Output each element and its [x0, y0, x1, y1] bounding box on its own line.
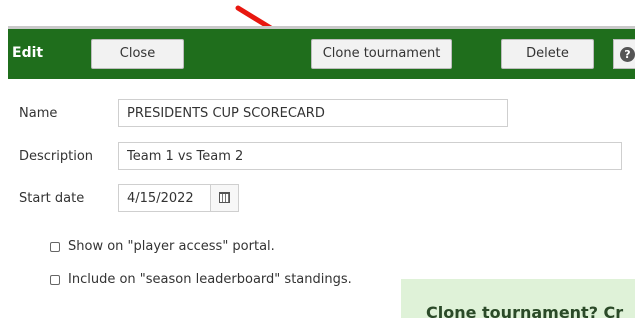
clone-confirm-panel: Clone tournament? Cr	[401, 279, 635, 318]
delete-button[interactable]: Delete	[501, 39, 594, 69]
calendar-icon	[219, 193, 230, 203]
start-date-input[interactable]	[118, 184, 211, 212]
portal-checkbox[interactable]	[50, 242, 60, 252]
description-input[interactable]	[118, 142, 622, 170]
calendar-icon-top	[219, 192, 230, 194]
name-input[interactable]	[118, 99, 508, 127]
help-icon: ?	[620, 47, 635, 62]
clone-tournament-button[interactable]: Clone tournament	[311, 39, 452, 69]
tournament-edit-page: Edit Close Clone tournament Delete ? Nam…	[0, 0, 635, 318]
name-label: Name	[19, 106, 58, 121]
edit-toolbar: Edit Close Clone tournament Delete ?	[8, 26, 635, 79]
portal-checkbox-label: Show on "player access" portal.	[68, 239, 275, 254]
description-label: Description	[19, 149, 94, 164]
leaderboard-checkbox-label: Include on "season leaderboard" standing…	[68, 272, 352, 287]
close-button[interactable]: Close	[91, 39, 184, 69]
clone-confirm-text: Clone tournament? Cr	[426, 303, 624, 318]
toolbar-title: Edit	[12, 45, 44, 61]
leaderboard-checkbox[interactable]	[50, 275, 60, 285]
calendar-button[interactable]	[211, 184, 239, 212]
help-button[interactable]: ?	[613, 39, 635, 69]
start-date-label: Start date	[19, 191, 85, 206]
